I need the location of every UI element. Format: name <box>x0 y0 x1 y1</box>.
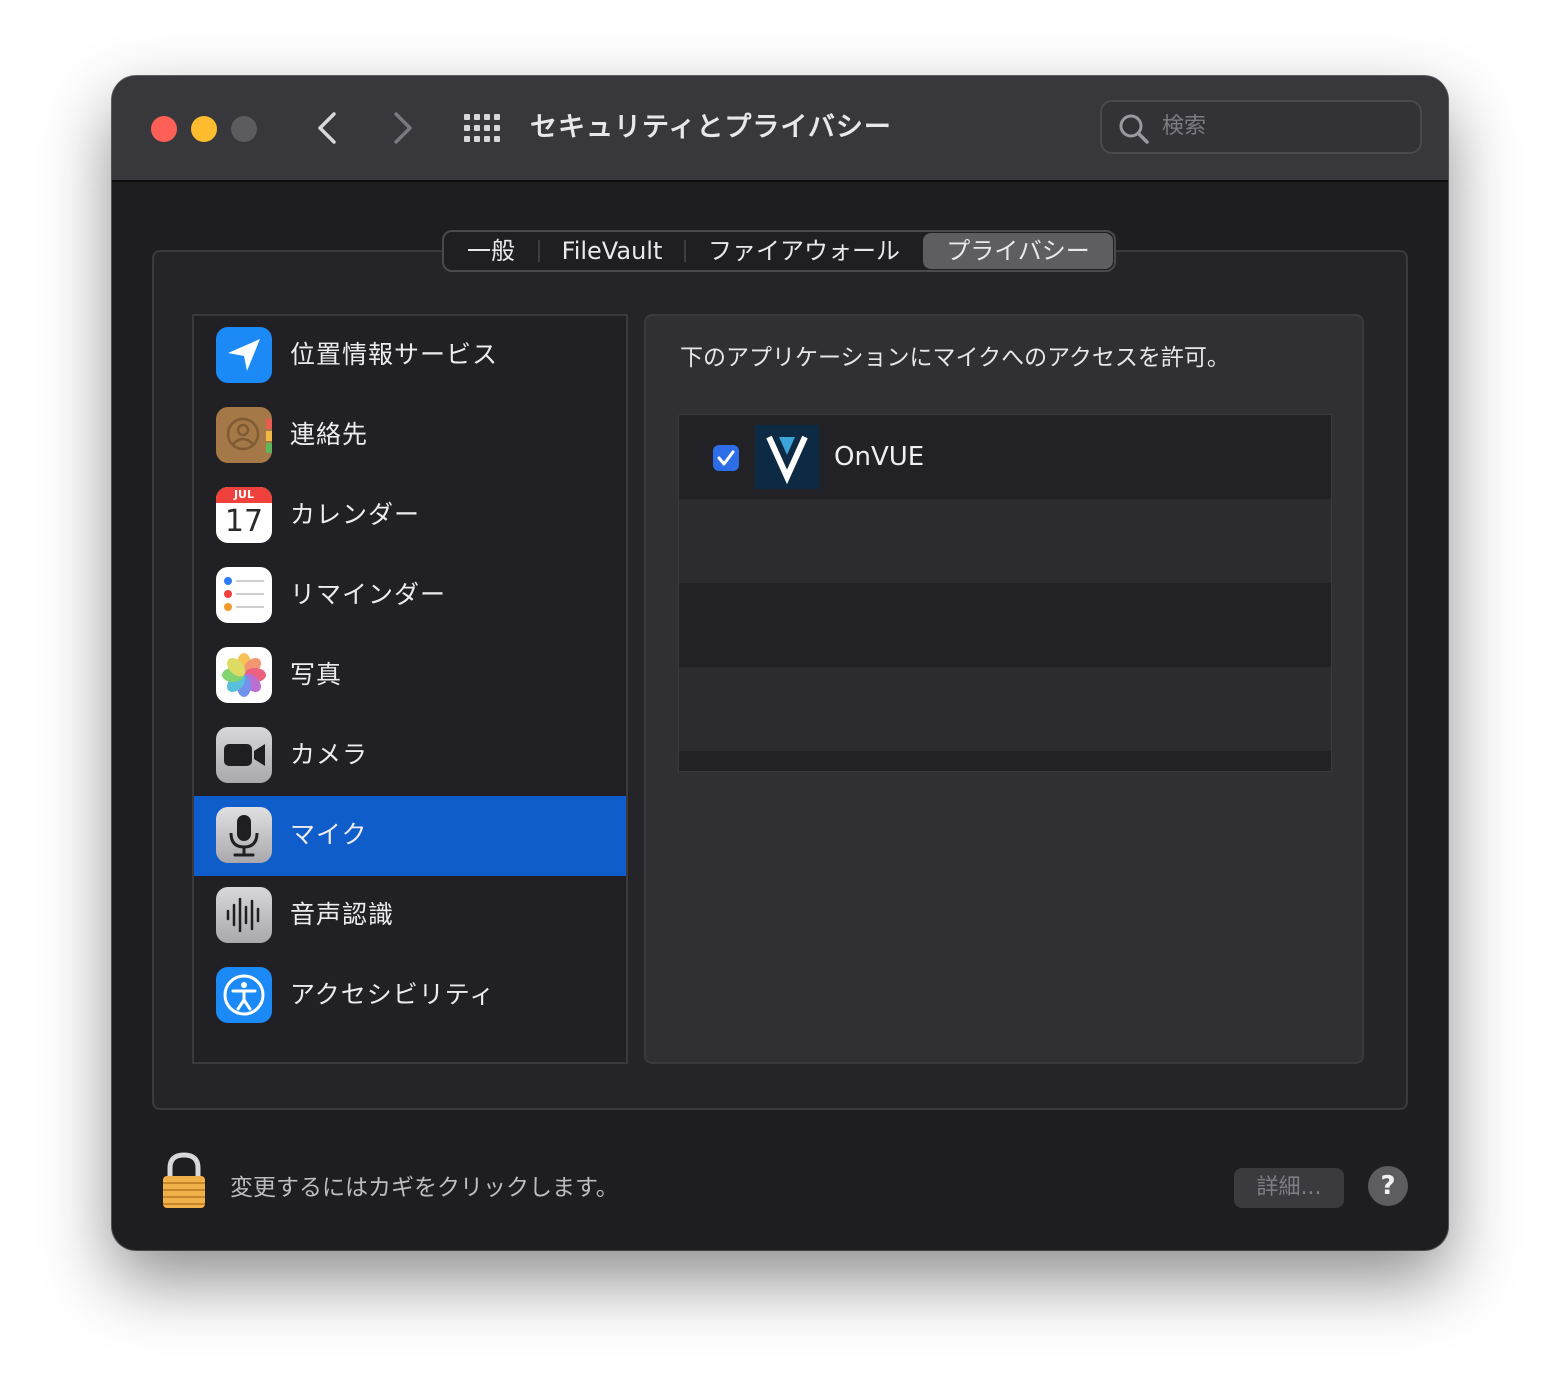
contacts-icon <box>216 407 272 463</box>
sidebar-item-photos[interactable]: 写真 <box>194 636 626 716</box>
help-button[interactable]: ? <box>1368 1166 1408 1206</box>
sidebar-item-contacts[interactable]: 連絡先 <box>194 396 626 476</box>
search-placeholder: 検索 <box>1162 114 1207 139</box>
sidebar-item-label: 写真 <box>290 660 343 689</box>
chevron-left-icon <box>318 112 336 144</box>
list-item-empty <box>679 667 1331 751</box>
preferences-window: セキュリティとプライバシー 検索 一般 FileVault ファイアウォール プ… <box>112 76 1448 1250</box>
show-all-button[interactable] <box>462 112 502 144</box>
tab-general[interactable]: 一般 <box>444 232 538 270</box>
close-button[interactable] <box>151 116 177 142</box>
sidebar-item-location-services[interactable]: 位置情報サービス <box>194 316 626 396</box>
sidebar-item-label: カレンダー <box>290 500 421 529</box>
privacy-detail-panel: 下のアプリケーションにマイクへのアクセスを許可。 OnVUE <box>644 314 1364 1064</box>
chevron-right-icon <box>394 112 412 144</box>
list-item-empty <box>679 751 1331 771</box>
tab-filevault[interactable]: FileVault <box>540 232 684 270</box>
padlock-icon <box>163 1152 205 1208</box>
sidebar-item-camera[interactable]: カメラ <box>194 716 626 796</box>
search-icon <box>1119 114 1149 144</box>
microphone-icon <box>216 807 272 863</box>
tab-bar: 一般 FileVault ファイアウォール プライバシー <box>442 230 1116 272</box>
lock-button[interactable] <box>160 1152 208 1210</box>
sidebar-item-label: アクセシビリティ <box>290 980 496 1009</box>
grid-icon <box>464 114 500 142</box>
lock-hint: 変更するにはカギをクリックします。 <box>230 1175 619 1201</box>
sidebar-item-label: リマインダー <box>290 580 447 609</box>
accessibility-icon <box>216 967 272 1023</box>
app-name: OnVUE <box>834 442 925 472</box>
sidebar-item-label: 音声認識 <box>290 900 395 929</box>
onvue-app-icon <box>755 425 819 489</box>
access-description: 下のアプリケーションにマイクへのアクセスを許可。 <box>680 345 1230 371</box>
privacy-category-list: 位置情報サービス 連絡先 JUL 17 カレンダー リマインダー 写真 カメラ … <box>192 314 628 1064</box>
search-field[interactable]: 検索 <box>1100 100 1422 154</box>
title-bar: セキュリティとプライバシー 検索 <box>112 76 1448 182</box>
list-item-empty <box>679 499 1331 583</box>
sidebar-item-accessibility[interactable]: アクセシビリティ <box>194 956 626 1036</box>
sidebar-item-microphone[interactable]: マイク <box>194 796 626 876</box>
details-button[interactable]: 詳細... <box>1234 1168 1344 1208</box>
sidebar-item-label: 連絡先 <box>290 420 369 449</box>
sidebar-item-calendar[interactable]: JUL 17 カレンダー <box>194 476 626 556</box>
calendar-icon: JUL 17 <box>216 487 272 543</box>
back-button[interactable] <box>308 106 348 150</box>
photos-icon <box>216 647 272 703</box>
tab-privacy[interactable]: プライバシー <box>923 233 1113 269</box>
checkmark-icon <box>717 450 735 466</box>
app-permission-list[interactable]: OnVUE <box>678 414 1332 772</box>
sidebar-item-reminders[interactable]: リマインダー <box>194 556 626 636</box>
zoom-button[interactable] <box>231 116 257 142</box>
sidebar-item-label: カメラ <box>290 740 369 769</box>
tab-firewall[interactable]: ファイアウォール <box>686 232 922 270</box>
forward-button[interactable] <box>382 106 422 150</box>
sidebar-item-speech-recognition[interactable]: 音声認識 <box>194 876 626 956</box>
list-item-empty <box>679 583 1331 667</box>
sidebar-item-label: マイク <box>290 820 368 849</box>
list-item-onvue[interactable]: OnVUE <box>679 415 1331 499</box>
camera-icon <box>216 727 272 783</box>
window-title: セキュリティとプライバシー <box>530 112 892 143</box>
sidebar-item-label: 位置情報サービス <box>290 340 499 369</box>
speech-recognition-icon <box>216 887 272 943</box>
calendar-day: 17 <box>224 504 264 539</box>
reminders-icon <box>216 567 272 623</box>
onvue-access-checkbox[interactable] <box>713 445 739 471</box>
location-arrow-icon <box>216 327 272 383</box>
minimize-button[interactable] <box>191 116 217 142</box>
